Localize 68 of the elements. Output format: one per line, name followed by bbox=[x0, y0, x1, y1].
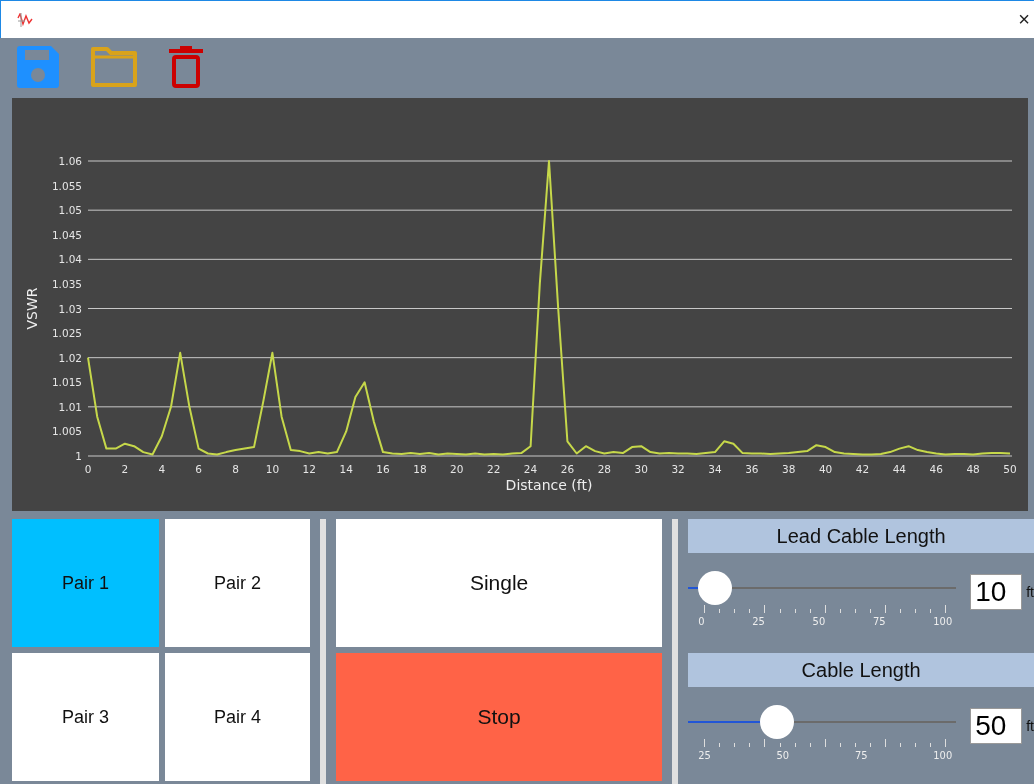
slider-track[interactable] bbox=[688, 704, 957, 739]
stop-button[interactable]: Stop bbox=[336, 653, 663, 781]
slider-tick-label: 100 bbox=[933, 748, 953, 762]
x-tick-label: 14 bbox=[339, 463, 353, 475]
x-tick-label: 20 bbox=[450, 463, 464, 475]
x-tick-label: 30 bbox=[634, 463, 648, 475]
unit-label: ft bbox=[1026, 584, 1034, 600]
pair-button[interactable]: Pair 3 bbox=[12, 653, 159, 781]
slider-tick-label: 50 bbox=[776, 748, 790, 762]
y-tick-label: 1.05 bbox=[58, 204, 82, 217]
slider-tick-label: 50 bbox=[812, 614, 826, 628]
slider-tick-label: 0 bbox=[698, 614, 705, 628]
x-axis-title: Distance (ft) bbox=[505, 477, 593, 493]
x-tick-label: 16 bbox=[376, 463, 390, 475]
x-tick-label: 50 bbox=[1003, 463, 1017, 475]
single-button[interactable]: Single bbox=[336, 519, 663, 647]
slider-thumb[interactable] bbox=[760, 704, 795, 739]
x-tick-label: 10 bbox=[265, 463, 280, 475]
slider-tick-label: 100 bbox=[933, 614, 953, 628]
y-tick-label: 1.015 bbox=[51, 376, 82, 389]
x-tick-label: 0 bbox=[84, 463, 92, 475]
section-header: Cable Length bbox=[688, 653, 1034, 687]
pair-button[interactable]: Pair 1 bbox=[12, 519, 159, 647]
x-tick-label: 4 bbox=[158, 463, 166, 475]
slider-track[interactable] bbox=[688, 570, 957, 605]
section-header: Lead Cable Length bbox=[688, 519, 1034, 553]
y-axis-title: VSWR bbox=[24, 287, 40, 330]
y-tick-label: 1.045 bbox=[51, 228, 82, 241]
x-tick-label: 40 bbox=[818, 463, 833, 475]
close-button[interactable]: × bbox=[1018, 8, 1030, 31]
x-tick-label: 28 bbox=[597, 463, 611, 475]
x-tick-label: 32 bbox=[671, 463, 685, 475]
y-tick-label: 1.01 bbox=[58, 400, 82, 413]
slider-tick-label: 75 bbox=[872, 614, 886, 628]
x-tick-label: 48 bbox=[966, 463, 980, 475]
slider-thumb[interactable] bbox=[698, 570, 732, 605]
y-tick-label: 1.005 bbox=[51, 425, 82, 438]
x-tick-label: 38 bbox=[782, 463, 796, 475]
x-tick-label: 36 bbox=[745, 463, 759, 475]
y-tick-label: 1 bbox=[75, 450, 82, 462]
pair-button[interactable]: Pair 4 bbox=[165, 653, 310, 781]
y-tick-label: 1.055 bbox=[51, 179, 82, 192]
y-tick-label: 1.035 bbox=[51, 277, 82, 290]
y-tick-label: 1.03 bbox=[58, 302, 82, 315]
y-tick-label: 1.04 bbox=[58, 253, 82, 266]
x-tick-label: 12 bbox=[302, 463, 316, 475]
x-tick-label: 6 bbox=[195, 463, 202, 475]
x-tick-label: 18 bbox=[413, 463, 427, 475]
x-tick-label: 22 bbox=[487, 463, 501, 475]
slider-tick-label: 25 bbox=[698, 748, 711, 762]
slider-tick-label: 75 bbox=[854, 748, 868, 762]
x-tick-label: 26 bbox=[560, 463, 575, 475]
y-tick-label: 1.06 bbox=[58, 155, 82, 167]
x-tick-label: 44 bbox=[892, 463, 907, 475]
x-tick-label: 24 bbox=[523, 463, 538, 475]
app-wave-icon bbox=[17, 12, 33, 27]
value-field[interactable]: 50 bbox=[970, 708, 1023, 744]
x-tick-label: 2 bbox=[121, 463, 129, 475]
pair-button[interactable]: Pair 2 bbox=[165, 519, 310, 647]
slider-tick-label: 25 bbox=[752, 614, 765, 628]
y-tick-label: 1.025 bbox=[51, 327, 82, 340]
x-tick-label: 8 bbox=[232, 463, 239, 475]
y-tick-label: 1.02 bbox=[58, 351, 82, 364]
x-tick-label: 42 bbox=[855, 463, 870, 475]
x-tick-label: 34 bbox=[708, 463, 722, 475]
value-field[interactable]: 10 bbox=[970, 574, 1023, 610]
x-tick-label: 46 bbox=[929, 463, 943, 475]
unit-label: ft bbox=[1026, 718, 1034, 734]
